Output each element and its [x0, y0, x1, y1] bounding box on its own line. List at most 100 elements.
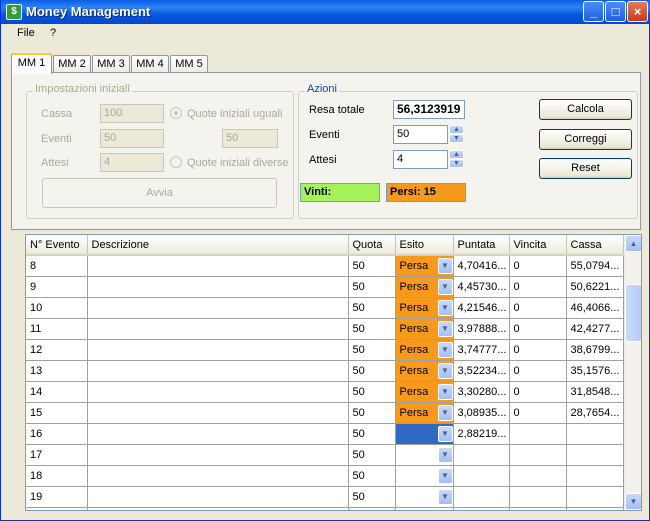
scroll-down-icon[interactable]: ▼ — [625, 493, 641, 510]
scroll-thumb[interactable] — [625, 284, 641, 342]
menu-file[interactable]: File — [17, 27, 35, 39]
esito-dropdown[interactable]: ▼ — [396, 487, 452, 507]
cell-n-evento[interactable]: 12 — [26, 339, 88, 361]
cell-n-evento[interactable]: 10 — [26, 297, 88, 319]
cell-quota[interactable]: 50 — [348, 381, 396, 403]
spin-down-icon[interactable]: ▼ — [449, 159, 464, 168]
cassa-input[interactable]: 100 — [100, 104, 164, 123]
cell-quota[interactable]: 50 — [348, 360, 396, 382]
calcola-button[interactable]: Calcola — [539, 99, 632, 120]
cell-vincita[interactable]: 0 — [509, 402, 567, 424]
table-row[interactable]: 14 50 Persa ▼ 3,30280... 0 31,8548... — [26, 381, 624, 403]
attesi-input[interactable]: 4 — [393, 150, 448, 169]
cell-cassa[interactable] — [566, 486, 624, 508]
cell-cassa[interactable]: 55,0794... — [566, 255, 624, 277]
esito-dropdown[interactable]: ▼ — [395, 423, 452, 443]
cell-quota[interactable]: 50 — [348, 402, 396, 424]
cell-quota[interactable]: 50 — [348, 423, 396, 445]
cell-vincita[interactable] — [509, 507, 567, 510]
cell-descrizione[interactable] — [87, 486, 349, 508]
table-row[interactable]: 10 50 Persa ▼ 4,21546... 0 46,4066... — [26, 297, 624, 319]
attesi-spinner[interactable]: ▲ ▼ — [449, 150, 464, 169]
cell-puntata[interactable]: 2,88219... — [453, 423, 510, 445]
resa-totale-field[interactable]: 56,3123919 — [393, 100, 465, 119]
cell-n-evento[interactable]: 8 — [26, 255, 88, 277]
cell-esito[interactable]: Persa ▼ — [395, 276, 454, 298]
tab-mm2[interactable]: MM 2 — [53, 55, 91, 73]
cell-descrizione[interactable] — [87, 339, 349, 361]
cell-quota[interactable]: 50 — [348, 297, 396, 319]
cell-esito[interactable]: Persa ▼ — [395, 339, 454, 361]
quote-uguali-input[interactable]: 50 — [222, 129, 278, 148]
cell-n-evento[interactable]: 9 — [26, 276, 88, 298]
cell-descrizione[interactable] — [87, 276, 349, 298]
cell-esito[interactable]: ▼ — [395, 465, 454, 487]
chevron-down-icon[interactable]: ▼ — [437, 258, 452, 274]
cell-puntata[interactable]: 3,52234... — [453, 360, 510, 382]
cell-vincita[interactable]: 0 — [509, 297, 567, 319]
table-row[interactable]: 20 50 ▼ — [26, 507, 624, 510]
grid-scrollbar[interactable]: ▲ ▼ — [624, 235, 641, 510]
col-header-quota[interactable]: Quota — [348, 235, 396, 256]
eventi-init-input[interactable]: 50 — [100, 129, 164, 148]
cell-esito[interactable]: Persa ▼ — [395, 381, 454, 403]
attesi-init-input[interactable]: 4 — [100, 153, 164, 172]
table-row[interactable]: 12 50 Persa ▼ 3,74777... 0 38,6799... — [26, 339, 624, 361]
tab-mm4[interactable]: MM 4 — [131, 55, 169, 73]
chevron-down-icon[interactable]: ▼ — [437, 488, 452, 505]
maximize-button[interactable]: □ — [605, 1, 626, 22]
cell-esito[interactable]: Persa ▼ — [395, 297, 454, 319]
cell-vincita[interactable]: 0 — [509, 255, 567, 277]
minimize-button[interactable]: _ — [583, 1, 604, 22]
tab-mm5[interactable]: MM 5 — [170, 55, 208, 73]
cell-cassa[interactable]: 38,6799... — [566, 339, 624, 361]
cell-puntata[interactable] — [453, 444, 510, 466]
esito-dropdown[interactable]: Persa ▼ — [395, 381, 452, 401]
cell-cassa[interactable] — [566, 423, 624, 445]
esito-dropdown[interactable]: Persa ▼ — [395, 256, 452, 275]
spin-down-icon[interactable]: ▼ — [449, 134, 464, 143]
cell-vincita[interactable]: 0 — [509, 360, 567, 382]
chevron-down-icon[interactable]: ▼ — [437, 362, 452, 379]
esito-dropdown[interactable]: Persa ▼ — [395, 297, 452, 317]
eventi-spinner[interactable]: ▲ ▼ — [449, 125, 464, 144]
col-header-vincita[interactable]: Vincita — [509, 235, 567, 256]
cell-cassa[interactable]: 42,4277... — [566, 318, 624, 340]
cell-cassa[interactable] — [566, 507, 624, 510]
chevron-down-icon[interactable]: ▼ — [437, 467, 452, 484]
chevron-down-icon[interactable]: ▼ — [437, 425, 452, 442]
quote-uguali-radio[interactable] — [170, 107, 182, 119]
cell-n-evento[interactable]: 16 — [26, 423, 88, 445]
tab-mm3[interactable]: MM 3 — [92, 55, 130, 73]
cell-quota[interactable]: 50 — [348, 486, 396, 508]
cell-cassa[interactable]: 46,4066... — [566, 297, 624, 319]
reset-button[interactable]: Reset — [539, 158, 632, 179]
cell-cassa[interactable]: 31,8548... — [566, 381, 624, 403]
chevron-down-icon[interactable]: ▼ — [437, 299, 452, 316]
chevron-down-icon[interactable]: ▼ — [437, 341, 452, 358]
cell-vincita[interactable]: 0 — [509, 339, 567, 361]
cell-quota[interactable]: 50 — [348, 465, 396, 487]
cell-puntata[interactable]: 4,70416... — [453, 255, 510, 277]
cell-descrizione[interactable] — [87, 255, 349, 277]
cell-puntata[interactable] — [453, 486, 510, 508]
chevron-down-icon[interactable]: ▼ — [437, 509, 452, 510]
cell-vincita[interactable]: 0 — [509, 318, 567, 340]
cell-n-evento[interactable]: 13 — [26, 360, 88, 382]
cell-quota[interactable]: 50 — [348, 444, 396, 466]
cell-puntata[interactable]: 3,08935... — [453, 402, 510, 424]
cell-n-evento[interactable]: 14 — [26, 381, 88, 403]
cell-esito[interactable]: Persa ▼ — [395, 318, 454, 340]
quote-diverse-radio[interactable] — [170, 156, 182, 168]
table-row[interactable]: 19 50 ▼ — [26, 486, 624, 508]
cell-vincita[interactable] — [509, 423, 567, 445]
cell-esito[interactable]: ▼ — [395, 423, 454, 445]
scroll-up-icon[interactable]: ▲ — [625, 235, 641, 252]
cell-n-evento[interactable]: 11 — [26, 318, 88, 340]
cell-puntata[interactable] — [453, 507, 510, 510]
spin-up-icon[interactable]: ▲ — [449, 125, 464, 134]
cell-cassa[interactable] — [566, 465, 624, 487]
esito-dropdown[interactable]: Persa ▼ — [395, 339, 452, 359]
cell-esito[interactable]: ▼ — [395, 486, 454, 508]
cell-descrizione[interactable] — [87, 360, 349, 382]
